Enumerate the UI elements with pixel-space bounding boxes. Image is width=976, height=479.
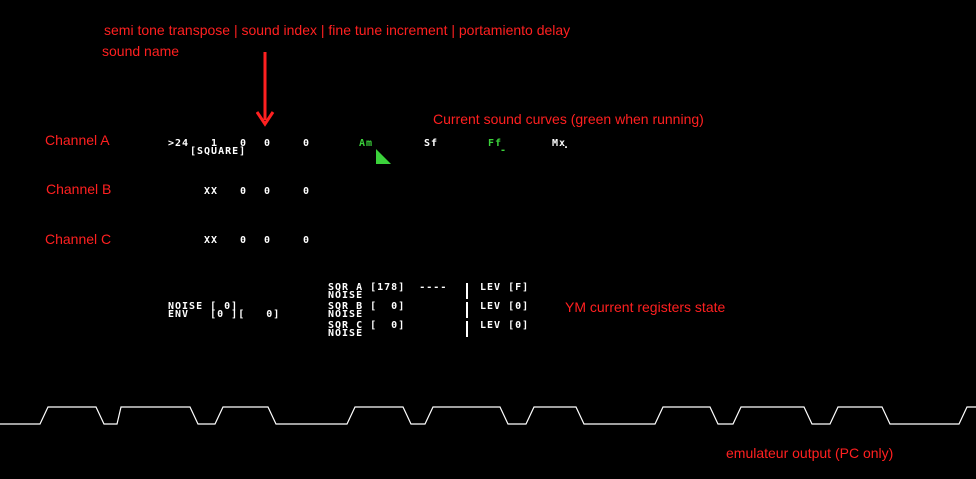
channel-a-sound-name: [SQUARE] — [190, 146, 247, 157]
channel-c-annotation: Channel C — [45, 231, 112, 247]
level-a-register: LEV [F] — [480, 282, 530, 293]
curve-sf-label: Sf — [424, 138, 439, 149]
level-b-register: LEV [0] — [480, 301, 530, 312]
channel-c-fine-tune[interactable]: 0 — [240, 236, 247, 246]
channel-c-value4[interactable]: 0 — [264, 236, 271, 246]
tracker-screen: semi tone transpose | sound index | fine… — [0, 0, 976, 479]
curve-mx-marker: . — [563, 140, 571, 151]
register-divider-c — [466, 321, 468, 337]
channel-a-annotation: Channel A — [45, 132, 110, 148]
sqr-a-noise: NOISE — [328, 290, 364, 301]
emulator-annotation: emulateur output (PC only) — [726, 445, 894, 461]
env-register: ENV [0 ][ 0] — [168, 309, 281, 320]
channel-a-transpose[interactable]: >24 — [168, 139, 189, 149]
channel-a-value4[interactable]: 0 — [264, 139, 271, 149]
sqr-b-noise: NOISE — [328, 309, 364, 320]
channel-b-portamento[interactable]: 0 — [303, 187, 310, 197]
curves-annotation: Current sound curves (green when running… — [433, 111, 704, 127]
register-divider-a — [466, 283, 468, 299]
registers-annotation: YM current registers state — [565, 299, 726, 315]
curve-am-icon — [376, 149, 391, 164]
channel-c-portamento[interactable]: 0 — [303, 236, 310, 246]
down-arrow-icon — [256, 52, 275, 127]
channel-b-transpose[interactable]: XX — [204, 187, 218, 197]
sound-name-annotation: sound name — [102, 43, 180, 59]
emulator-waveform — [0, 406, 976, 425]
channel-c-transpose[interactable]: XX — [204, 236, 218, 246]
sqr-c-noise: NOISE — [328, 328, 364, 339]
channel-b-fine-tune[interactable]: 0 — [240, 187, 247, 197]
curve-am-label: Am — [359, 138, 374, 149]
register-divider-b — [466, 302, 468, 318]
level-c-register: LEV [0] — [480, 320, 530, 331]
channel-a-portamento[interactable]: 0 — [303, 139, 310, 149]
curve-ff-marker: - — [500, 145, 508, 156]
header-fields-annotation: semi tone transpose | sound index | fine… — [104, 22, 571, 38]
channel-b-value4[interactable]: 0 — [264, 187, 271, 197]
channel-b-annotation: Channel B — [46, 181, 112, 197]
